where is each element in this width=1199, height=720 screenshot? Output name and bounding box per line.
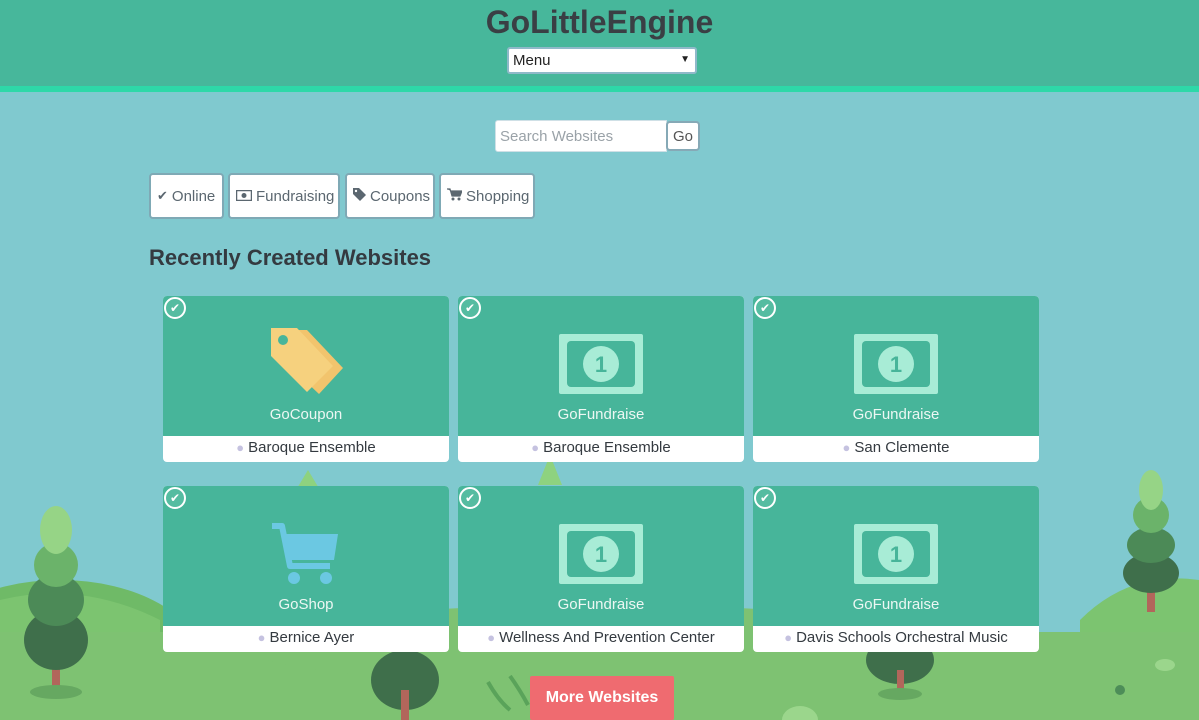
card-type-label: GoCoupon <box>269 406 343 423</box>
card-owner-name: San Clemente <box>854 439 950 456</box>
check-icon: ✔ <box>157 188 168 203</box>
card-header: ✔ GoShop <box>163 486 449 626</box>
check-icon: ✔ <box>754 487 776 509</box>
card-owner: ● Davis Schools Orchestral Music <box>753 629 1039 646</box>
card-type-label: GoShop <box>278 596 334 613</box>
website-card[interactable]: ✔ 1 GoFundraise ● San Clemente <box>753 296 1039 462</box>
card-header: ✔ 1 GoFundraise <box>458 296 744 436</box>
person-icon: ● <box>487 630 496 645</box>
dollar-bill-icon: 1 <box>458 514 744 594</box>
search-input[interactable]: Search Websites <box>495 120 667 152</box>
person-icon: ● <box>257 630 266 645</box>
shopping-cart-icon <box>163 514 449 594</box>
card-type-label: GoFundraise <box>852 596 940 613</box>
card-owner: ● Bernice Ayer <box>163 629 449 646</box>
filter-fundraising-button[interactable]: Fundraising <box>228 173 340 219</box>
filter-online-button[interactable]: ✔ Online <box>149 173 224 219</box>
search-go-button[interactable]: Go <box>666 121 700 151</box>
card-owner-name: Baroque Ensemble <box>543 439 671 456</box>
svg-text:1: 1 <box>595 542 607 567</box>
dollar-bill-icon: 1 <box>458 324 744 404</box>
check-icon: ✔ <box>459 297 481 319</box>
website-card[interactable]: ✔ 1 GoFundraise ● Wellness And Prevention… <box>458 486 744 652</box>
check-icon: ✔ <box>164 297 186 319</box>
coupon-tag-icon <box>163 324 449 404</box>
dollar-bill-icon: 1 <box>753 324 1039 404</box>
website-card[interactable]: ✔ GoShop ● Bernice Ayer <box>163 486 449 652</box>
site-title[interactable]: GoLittleEngine <box>0 4 1199 41</box>
website-card[interactable]: ✔ 1 GoFundraise ● Davis Schools Orchestra… <box>753 486 1039 652</box>
person-icon: ● <box>784 630 793 645</box>
filter-label: Online <box>171 187 216 205</box>
check-icon: ✔ <box>459 487 481 509</box>
card-owner-name: Wellness And Prevention Center <box>499 629 715 646</box>
card-type-label: GoFundraise <box>557 406 645 423</box>
svg-text:1: 1 <box>890 542 902 567</box>
filter-label: Coupons <box>370 187 431 205</box>
more-websites-button[interactable]: More Websites <box>530 676 674 720</box>
card-owner: ● Wellness And Prevention Center <box>458 629 744 646</box>
dropdown-arrow-icon: ▼ <box>680 54 690 65</box>
menu-dropdown-value: Menu <box>513 52 551 69</box>
cart-icon <box>447 188 463 204</box>
person-icon: ● <box>236 440 245 455</box>
card-owner-name: Baroque Ensemble <box>248 439 376 456</box>
check-icon: ✔ <box>164 487 186 509</box>
filter-label: Shopping <box>466 187 530 205</box>
card-owner: ● Baroque Ensemble <box>163 439 449 456</box>
website-card[interactable]: ✔ GoCoupon ● Baroque Ensemble <box>163 296 449 462</box>
dollar-bill-icon: 1 <box>753 514 1039 594</box>
filter-shopping-button[interactable]: Shopping <box>439 173 535 219</box>
card-owner-name: Bernice Ayer <box>269 629 355 646</box>
card-type-label: GoFundraise <box>557 596 645 613</box>
tag-icon <box>353 188 366 204</box>
search-placeholder: Search Websites <box>500 128 614 145</box>
filter-coupons-button[interactable]: Coupons <box>345 173 435 219</box>
site-header: GoLittleEngine Menu ▼ <box>0 0 1199 92</box>
card-header: ✔ 1 GoFundraise <box>753 296 1039 436</box>
svg-text:1: 1 <box>890 352 902 377</box>
card-owner: ● Baroque Ensemble <box>458 439 744 456</box>
svg-text:1: 1 <box>595 352 607 377</box>
website-card[interactable]: ✔ 1 GoFundraise ● Baroque Ensemble <box>458 296 744 462</box>
card-header: ✔ GoCoupon <box>163 296 449 436</box>
card-owner: ● San Clemente <box>753 439 1039 456</box>
card-header: ✔ 1 GoFundraise <box>753 486 1039 626</box>
person-icon: ● <box>531 440 540 455</box>
card-owner-name: Davis Schools Orchestral Music <box>796 629 1008 646</box>
person-icon: ● <box>842 440 851 455</box>
menu-dropdown[interactable]: Menu ▼ <box>507 47 697 74</box>
card-type-label: GoFundraise <box>852 406 940 423</box>
check-icon: ✔ <box>754 297 776 319</box>
card-header: ✔ 1 GoFundraise <box>458 486 744 626</box>
filter-label: Fundraising <box>256 187 335 205</box>
money-icon <box>235 189 253 204</box>
section-title: Recently Created Websites <box>149 245 432 270</box>
